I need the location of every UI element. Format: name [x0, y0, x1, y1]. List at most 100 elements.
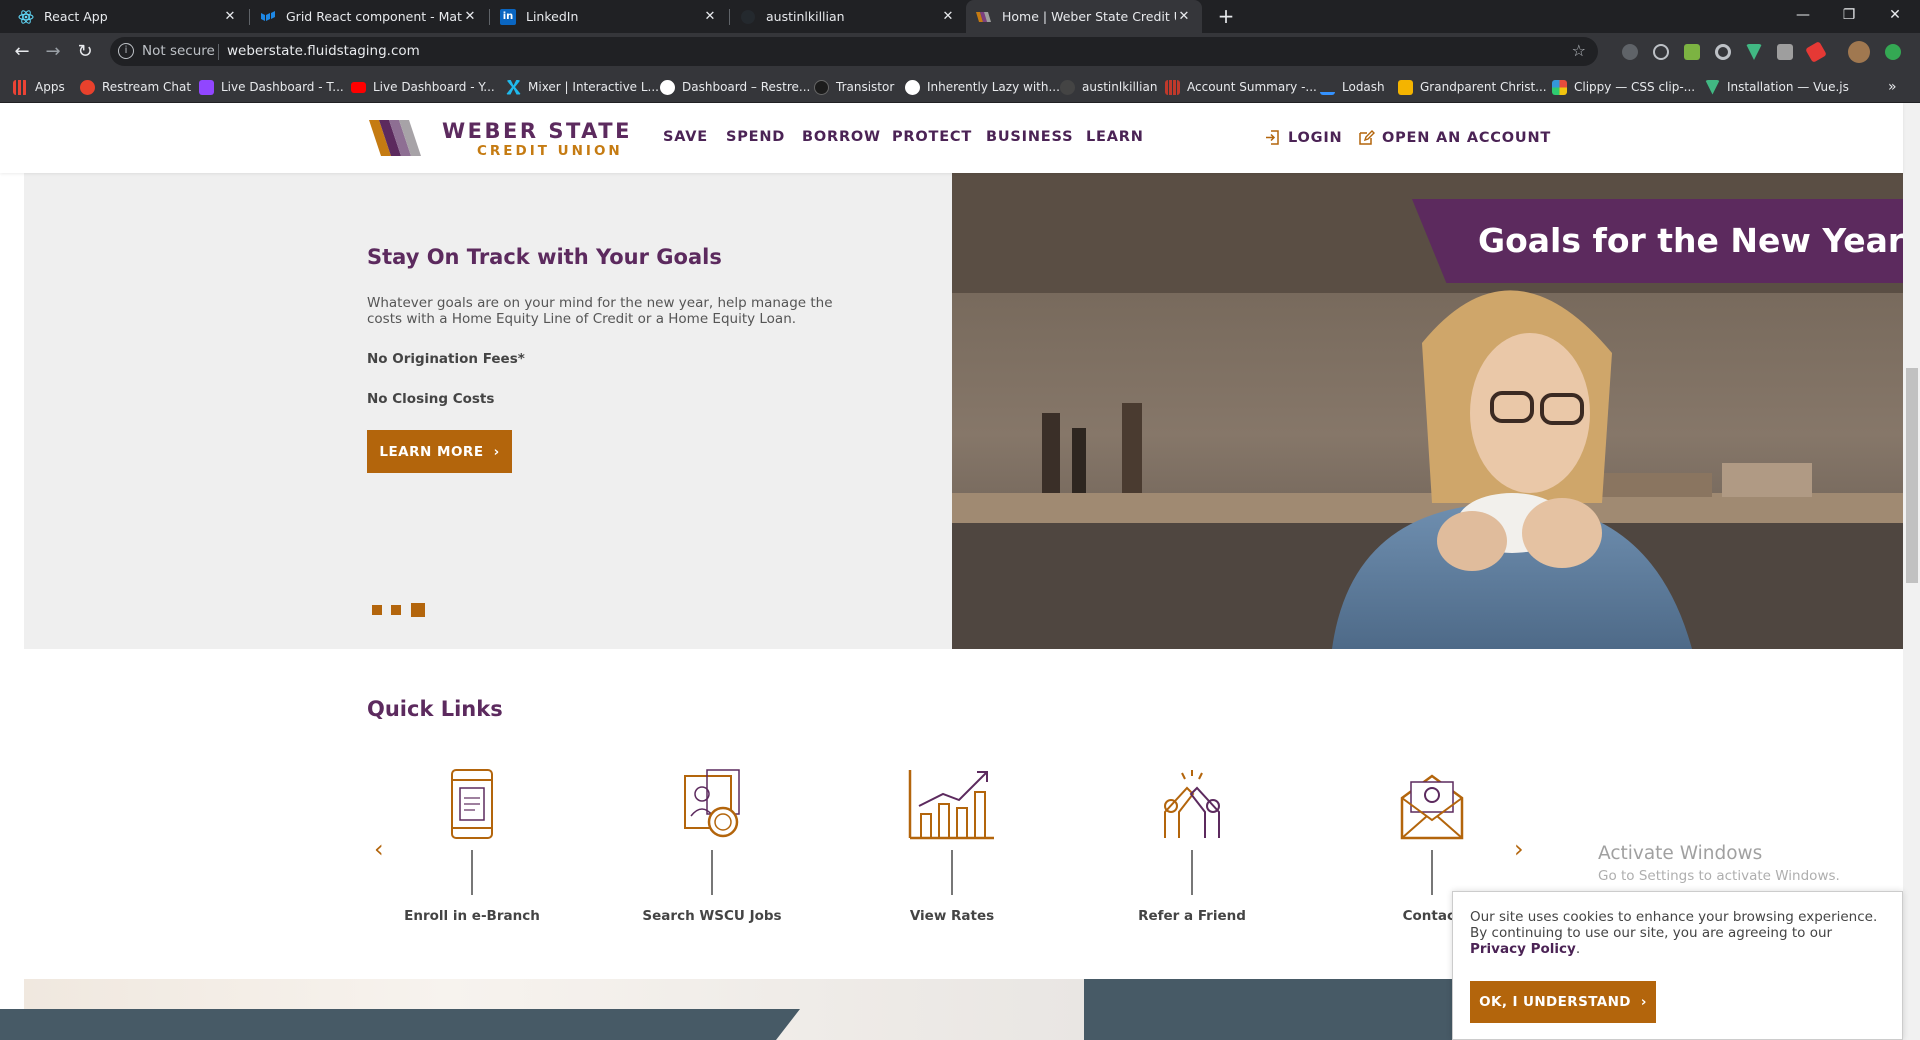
extension-icon[interactable]: [1684, 44, 1700, 60]
bookmark-label: Grandparent Christ...: [1420, 80, 1547, 94]
close-icon[interactable]: ✕: [702, 9, 718, 24]
bookmark-item[interactable]: Clippy — CSS clip-...: [1552, 71, 1695, 103]
scrollbar-thumb[interactable]: [1906, 368, 1918, 583]
restore-button[interactable]: ❐: [1826, 0, 1872, 33]
bookmark-item[interactable]: Dashboard – Restre...: [660, 71, 810, 103]
forward-button[interactable]: →: [41, 40, 65, 64]
quick-link-jobs[interactable]: Search WSCU Jobs: [607, 768, 817, 928]
open-account-label: OPEN AN ACCOUNT: [1382, 129, 1552, 146]
lodash-icon: [1320, 79, 1335, 95]
extension-icon[interactable]: [1622, 44, 1638, 60]
bookmark-item[interactable]: Live Dashboard - T...: [199, 71, 344, 103]
bookmarks-overflow-icon[interactable]: »: [1888, 71, 1897, 103]
carousel-dot-active[interactable]: [411, 603, 425, 617]
restream-r-icon: [660, 79, 675, 95]
job-search-icon: [684, 769, 740, 838]
hero-description: Whatever goals are on your mind for the …: [367, 295, 833, 327]
bookmark-label: Account Summary -...: [1187, 80, 1317, 94]
bookmark-item[interactable]: Account Summary -...: [1165, 71, 1317, 103]
cookie-accept-button[interactable]: OK, I UNDERSTAND ›: [1470, 981, 1656, 1023]
cookie-text: Our site uses cookies to enhance your br…: [1470, 909, 1890, 957]
quick-link-label: Refer a Friend: [1138, 908, 1246, 924]
new-tab-button[interactable]: +: [1214, 4, 1238, 28]
carousel-dot[interactable]: [372, 605, 382, 615]
browser-tab[interactable]: austinlkillian ✕: [730, 0, 966, 33]
site-header: WEBER STATE CREDIT UNION SAVE SPEND BORR…: [0, 103, 1903, 173]
logo-wordmark[interactable]: WEBER STATE: [442, 119, 632, 143]
close-window-button[interactable]: ✕: [1872, 0, 1918, 33]
extension-icon[interactable]: [1715, 44, 1731, 60]
browser-tab[interactable]: React App ✕: [8, 0, 248, 33]
nav-spend[interactable]: SPEND: [726, 129, 785, 145]
quick-link-refer[interactable]: Refer a Friend: [1087, 768, 1297, 928]
browser-tab-active[interactable]: Home | Weber State Credit Union ✕: [966, 0, 1202, 33]
bookmark-star-icon[interactable]: ☆: [1572, 41, 1586, 60]
rates-chart-icon: [908, 770, 994, 840]
close-icon[interactable]: ✕: [222, 9, 238, 24]
vue-devtools-icon[interactable]: [1746, 44, 1762, 60]
bookmark-item[interactable]: Live Dashboard - Y...: [351, 71, 495, 103]
profile-avatar[interactable]: [1848, 41, 1870, 63]
privacy-policy-link[interactable]: Privacy Policy: [1470, 941, 1576, 957]
divider: [1191, 850, 1193, 895]
url-text[interactable]: weberstate.fluidstaging.com: [227, 43, 420, 59]
high-five-icon: [1164, 770, 1220, 838]
bookmark-label: Live Dashboard - T...: [221, 80, 344, 94]
bookmark-item[interactable]: Inherently Lazy with...: [905, 71, 1060, 103]
bookmark-item[interactable]: austinlkillian: [1060, 71, 1157, 103]
close-icon[interactable]: ✕: [940, 9, 956, 24]
tab-title: austinlkillian: [766, 9, 845, 24]
security-label: Not secure: [142, 43, 215, 59]
cookie-message: Our site uses cookies to enhance your br…: [1470, 909, 1878, 941]
divider: [471, 850, 473, 895]
browser-tab[interactable]: in LinkedIn ✕: [490, 0, 728, 33]
bookmark-label: Dashboard – Restre...: [682, 80, 811, 94]
extension-icon[interactable]: [1805, 41, 1827, 63]
restream-icon: [80, 79, 95, 95]
material-ui-icon: [260, 9, 276, 25]
divider: [951, 850, 953, 895]
close-icon[interactable]: ✕: [462, 9, 478, 24]
logo-subtitle[interactable]: CREDIT UNION: [477, 143, 623, 159]
close-icon[interactable]: ✕: [1176, 9, 1192, 24]
bookmark-item[interactable]: Lodash: [1320, 71, 1385, 103]
hero-feature: No Closing Costs: [367, 391, 495, 407]
divider: [218, 44, 219, 60]
bookmark-item[interactable]: Mixer | Interactive L...: [506, 71, 659, 103]
nav-business[interactable]: BUSINESS: [986, 129, 1073, 145]
address-bar[interactable]: i Not secure weberstate.fluidstaging.com…: [110, 37, 1598, 66]
nav-save[interactable]: SAVE: [663, 129, 708, 145]
bookmark-item[interactable]: Restream Chat: [80, 71, 191, 103]
github-icon: [1060, 79, 1075, 95]
learn-more-button[interactable]: LEARN MORE ›: [367, 430, 512, 473]
extension-icon[interactable]: [1653, 44, 1669, 60]
reload-button[interactable]: ↻: [73, 40, 97, 64]
carousel-dot[interactable]: [391, 605, 401, 615]
nav-learn[interactable]: LEARN: [1086, 129, 1144, 145]
bookmark-item[interactable]: Installation — Vue.js: [1705, 71, 1849, 103]
bookmark-label: Mixer | Interactive L...: [528, 80, 659, 94]
bookmark-item[interactable]: Apps: [13, 71, 65, 103]
bookmark-item[interactable]: Transistor: [814, 71, 894, 103]
bookmark-item[interactable]: Grandparent Christ...: [1398, 71, 1547, 103]
quick-link-enroll[interactable]: Enroll in e-Branch: [367, 768, 577, 928]
weber-state-favicon-icon: [976, 9, 992, 25]
quick-link-rates[interactable]: View Rates: [847, 768, 1057, 928]
nav-borrow[interactable]: BORROW: [802, 129, 881, 145]
update-icon[interactable]: [1885, 44, 1901, 60]
bookmark-label: Inherently Lazy with...: [927, 80, 1060, 94]
login-link[interactable]: LOGIN: [1264, 129, 1342, 146]
browser-tab[interactable]: Grid React component - Material ✕: [250, 0, 488, 33]
bookmark-label: Clippy — CSS clip-...: [1574, 80, 1696, 94]
bookmark-label: Apps: [35, 80, 65, 94]
open-account-link[interactable]: OPEN AN ACCOUNT: [1358, 129, 1551, 146]
info-icon[interactable]: i: [118, 43, 134, 59]
nav-protect[interactable]: PROTECT: [892, 129, 972, 145]
wscu-logo-icon[interactable]: [369, 116, 427, 160]
minimize-button[interactable]: —: [1780, 0, 1826, 33]
back-button[interactable]: ←: [10, 40, 34, 64]
page-scrollbar[interactable]: [1903, 103, 1920, 1040]
extension-icon[interactable]: [1777, 44, 1793, 60]
cookie-banner: Our site uses cookies to enhance your br…: [1452, 891, 1903, 1040]
hero-feature: No Origination Fees*: [367, 351, 525, 367]
